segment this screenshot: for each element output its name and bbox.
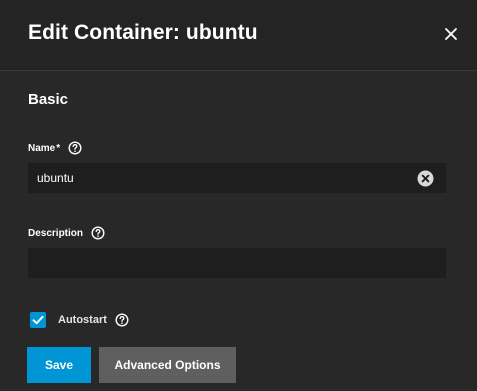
- description-field-label: Description: [28, 226, 105, 240]
- save-button[interactable]: Save: [27, 347, 91, 383]
- name-input-box: [28, 163, 446, 193]
- autostart-row: Autostart: [30, 312, 129, 328]
- clear-input-icon[interactable]: [417, 170, 434, 187]
- name-label-text: Name: [28, 142, 56, 154]
- dialog-title: Edit Container: ubuntu: [28, 21, 258, 44]
- help-icon[interactable]: [68, 141, 82, 155]
- autostart-checkbox[interactable]: [30, 312, 46, 328]
- name-input[interactable]: [37, 164, 407, 192]
- name-field-label: Name *: [28, 141, 82, 155]
- edit-container-dialog: Edit Container: ubuntu Basic Name * ubun…: [0, 0, 477, 391]
- checkmark-icon: [32, 315, 44, 325]
- help-icon[interactable]: [115, 313, 129, 327]
- section-title-basic: Basic: [28, 91, 69, 108]
- dialog-header: Edit Container: ubuntu: [0, 0, 477, 71]
- required-marker: *: [56, 142, 61, 154]
- close-button[interactable]: [440, 23, 462, 45]
- autostart-label: Autostart: [58, 314, 107, 326]
- description-input[interactable]: [37, 249, 407, 277]
- description-label-text: Description: [28, 227, 84, 239]
- description-input-box: [28, 248, 446, 278]
- help-icon[interactable]: [91, 226, 105, 240]
- close-icon: [445, 28, 457, 40]
- advanced-options-button[interactable]: Advanced Options: [99, 347, 236, 383]
